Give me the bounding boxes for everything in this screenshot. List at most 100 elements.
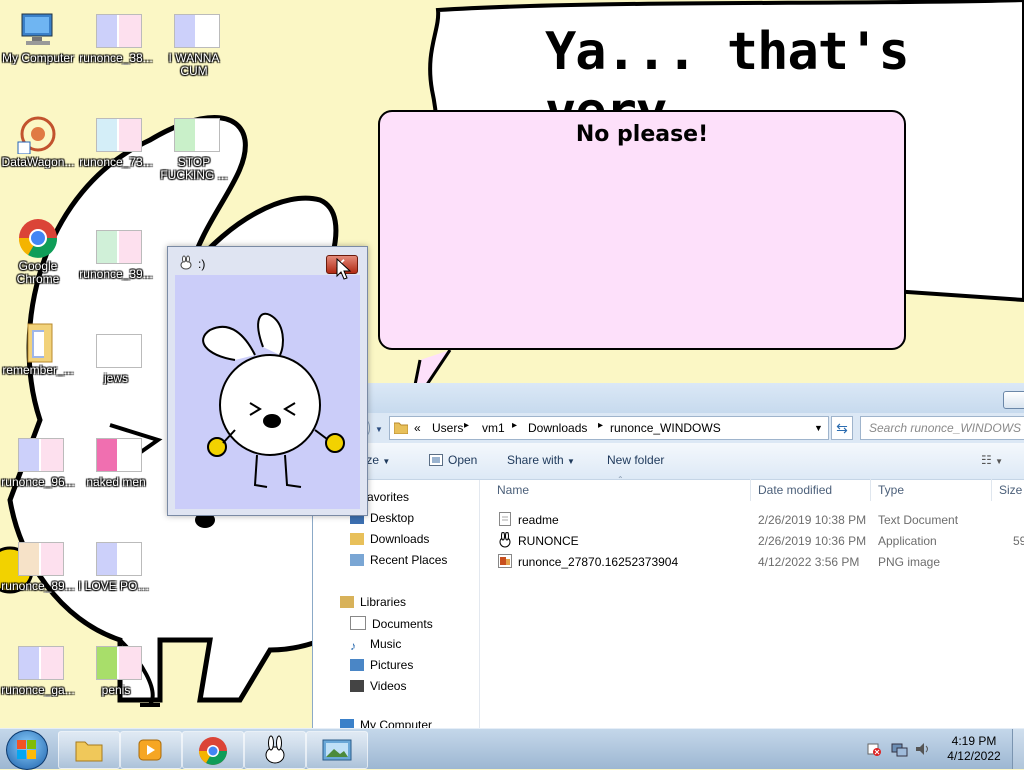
taskbar-runonce-button[interactable] [244,731,306,769]
tray-clock[interactable]: 4:19 PM 4/12/2022 [940,734,1008,764]
breadcrumb-vm1[interactable]: vm1 [482,421,505,435]
command-bar: nize ▼ Open Share with ▼ New folder ☷ ▼ [313,443,1024,480]
nav-item-documents[interactable]: Documents [350,616,433,631]
nav-item-pictures[interactable]: Pictures [350,658,413,672]
music-icon: ♪ [350,639,356,653]
column-header-type[interactable]: Type [878,483,904,497]
photo-viewer-icon [322,739,352,761]
speech-popup-window[interactable]: No please! [378,110,906,350]
chevron-right-icon[interactable]: ▸ [512,420,517,431]
nav-libraries[interactable]: Libraries [340,595,406,609]
image-thumbnail [96,334,142,368]
chevron-right-icon[interactable]: ▸ [464,420,469,431]
breadcrumb-users[interactable]: Users [432,421,463,435]
media-player-icon [138,739,162,761]
breadcrumb-runonce-windows[interactable]: runonce_WINDOWS [610,421,721,435]
column-header-size[interactable]: Size [999,483,1022,497]
desktop-icon-runonce-39[interactable]: runonce_39... [78,226,154,281]
search-input[interactable]: Search runonce_WINDOWS [860,416,1024,440]
desktop-icon-penis[interactable]: penis [78,642,154,697]
image-thumbnail [96,14,142,48]
bunny-image [175,275,360,509]
chevron-right-icon[interactable]: ▸ [598,420,603,431]
bunny-app-icon [265,735,285,764]
minimize-button[interactable] [1003,391,1024,409]
explorer-window[interactable]: ▼ « Users ▸ vm1 ▸ Downloads ▸ runonce_WI… [312,383,1024,728]
tray-action-center-icon[interactable] [866,741,882,760]
recent-places-icon [350,554,364,566]
address-dropdown-icon[interactable]: ▼ [814,423,823,433]
column-header-name[interactable]: Name [497,483,529,497]
desktop-icon-google-chrome[interactable]: Google Chrome [0,218,76,286]
taskbar-explorer-button[interactable] [58,731,120,769]
desktop-icon-jews[interactable]: jews [78,330,154,385]
image-thumbnail [174,14,220,48]
table-row[interactable]: runonce_27870.16252373904 4/12/2022 3:56… [493,551,1024,571]
breadcrumb-overflow[interactable]: « [414,421,421,435]
desktop-icon-text-file[interactable]: STOP FUCKING ... [156,114,232,182]
tray-network-icon[interactable] [890,741,908,760]
desktop-icon-runonce-96[interactable]: runonce_96... [0,434,76,489]
desktop-icon-runonce-38[interactable]: runonce_38... [78,10,154,65]
start-button[interactable] [6,730,48,770]
clock-date: 4/12/2022 [947,749,1001,763]
nav-item-recent-places[interactable]: Recent Places [350,553,447,567]
tray-volume-icon[interactable] [914,741,932,760]
image-thumbnail [174,118,220,152]
open-button[interactable]: Open [429,453,477,467]
table-row[interactable]: readme 2/26/2019 10:38 PM Text Document [493,509,1024,529]
explorer-titlebar[interactable] [313,383,1024,413]
taskbar-media-player-button[interactable] [120,731,182,769]
nav-favorites[interactable]: avorites [367,490,409,504]
recent-dropdown-icon[interactable]: ▼ [375,425,383,434]
column-separator[interactable] [750,479,751,501]
show-desktop-button[interactable] [1012,729,1024,769]
mouse-cursor-icon [336,258,352,280]
image-thumbnail [18,438,64,472]
column-header-date[interactable]: Date modified [758,483,832,497]
sort-arrow-icon: ⌃ [617,475,624,484]
table-row[interactable]: RUNONCE 2/26/2019 10:36 PM Application 5… [493,530,1024,550]
view-options-icon[interactable]: ☷ ▼ [981,453,1003,467]
desktop-icon-my-computer[interactable]: My Computer [0,10,76,65]
text-file-icon [499,512,511,526]
window-title: :) [198,257,206,271]
desktop-icon-runonce-ga[interactable]: runonce_ga... [0,642,76,697]
downloads-icon [350,533,364,545]
nav-item-videos[interactable]: Videos [350,679,406,693]
breadcrumb-downloads[interactable]: Downloads [528,421,587,435]
pictures-icon [350,659,364,671]
desktop-icon-runonce-73[interactable]: runonce_73... [78,114,154,169]
desktop-icon-runonce-89[interactable]: runonce_89... [0,538,76,593]
taskbar-photo-viewer-button[interactable] [306,731,368,769]
folder-icon [75,741,103,762]
address-bar-area: ▼ « Users ▸ vm1 ▸ Downloads ▸ runonce_WI… [313,413,1024,443]
desktop-icon-i-love-porn[interactable]: I LOVE PORN [78,538,154,593]
folder-icon [27,323,53,363]
datawagon-icon [17,116,56,155]
column-separator[interactable] [991,479,992,501]
desktop-icon-datawagon[interactable]: DataWagon... [0,114,76,169]
image-thumbnail [18,542,64,576]
image-thumbnail [96,118,142,152]
desktop-icon-text-file[interactable]: I WANNA CUM [156,10,232,78]
taskbar: 4:19 PM 4/12/2022 [0,728,1024,770]
nav-my-computer[interactable]: My Computer [340,718,432,728]
chrome-icon [199,737,227,765]
taskbar-chrome-button[interactable] [182,731,244,769]
desktop-icon-naked-men[interactable]: naked men [78,434,154,489]
column-separator[interactable] [870,479,871,501]
new-folder-button[interactable]: New folder [607,453,664,467]
nav-item-downloads[interactable]: Downloads [350,532,429,546]
bunny-app-icon [499,532,511,548]
refresh-icon[interactable]: ⇆ [831,416,853,440]
image-thumbnail [96,646,142,680]
smiley-popup-window[interactable]: :) ✕ [167,246,368,516]
share-with-button[interactable]: Share with ▼ [507,453,575,467]
libraries-icon [340,596,354,608]
laughing-bunny-illustration [202,312,345,488]
address-bar[interactable]: « Users ▸ vm1 ▸ Downloads ▸ runonce_WIND… [389,416,829,440]
nav-item-music[interactable]: ♪ Music [350,637,401,652]
desktop-icon-folder[interactable]: remember_... [0,322,76,377]
image-thumbnail [96,438,142,472]
